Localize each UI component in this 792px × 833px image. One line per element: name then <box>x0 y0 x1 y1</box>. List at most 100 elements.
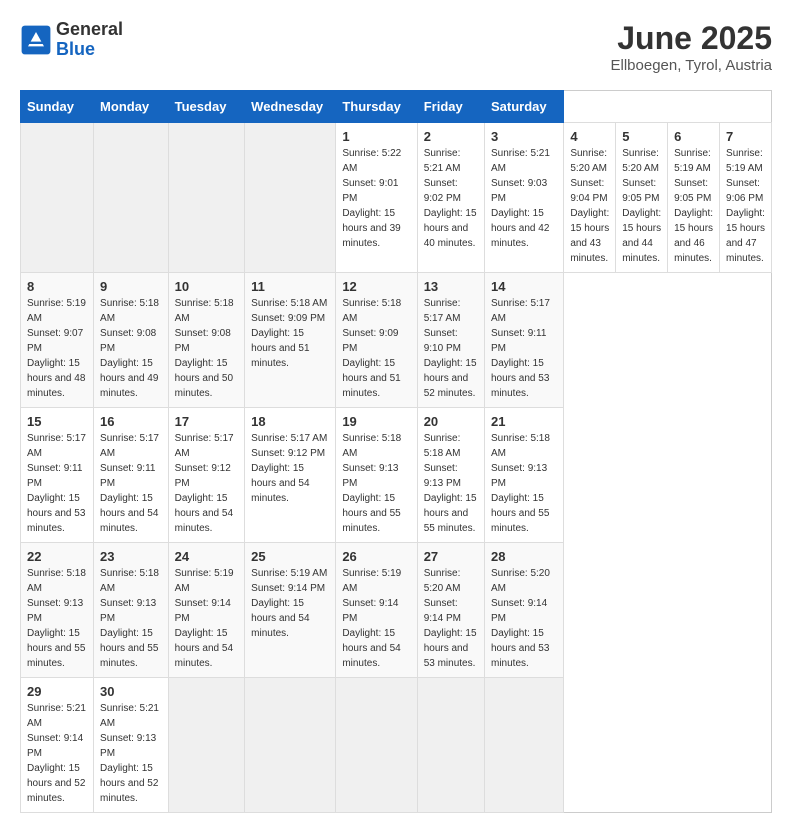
day-info: Sunrise: 5:19 AMSunset: 9:06 PMDaylight:… <box>726 148 765 264</box>
day-info: Sunrise: 5:18 AMSunset: 9:13 PMDaylight:… <box>100 568 159 669</box>
day-cell-28: 28 Sunrise: 5:20 AMSunset: 9:14 PMDaylig… <box>485 543 564 678</box>
logo: General Blue <box>20 20 123 60</box>
empty-cell <box>245 678 336 813</box>
day-info: Sunrise: 5:18 AMSunset: 9:09 PMDaylight:… <box>251 298 327 369</box>
day-cell-8: 8 Sunrise: 5:19 AMSunset: 9:07 PMDayligh… <box>21 273 94 408</box>
day-number: 6 <box>674 129 713 144</box>
day-cell-25: 25 Sunrise: 5:19 AMSunset: 9:14 PMDaylig… <box>245 543 336 678</box>
day-number: 15 <box>27 414 87 429</box>
weekday-header-wednesday: Wednesday <box>245 91 336 123</box>
day-info: Sunrise: 5:17 AMSunset: 9:10 PMDaylight:… <box>424 298 477 399</box>
day-number: 11 <box>251 279 329 294</box>
day-info: Sunrise: 5:18 AMSunset: 9:08 PMDaylight:… <box>100 298 159 399</box>
day-cell-4: 4 Sunrise: 5:20 AMSunset: 9:04 PMDayligh… <box>564 123 616 273</box>
weekday-header-sunday: Sunday <box>21 91 94 123</box>
day-number: 3 <box>491 129 557 144</box>
day-cell-3: 3 Sunrise: 5:21 AMSunset: 9:03 PMDayligh… <box>485 123 564 273</box>
empty-cell <box>485 678 564 813</box>
day-cell-17: 17 Sunrise: 5:17 AMSunset: 9:12 PMDaylig… <box>168 408 245 543</box>
day-cell-2: 2 Sunrise: 5:21 AMSunset: 9:02 PMDayligh… <box>417 123 484 273</box>
day-number: 21 <box>491 414 557 429</box>
calendar-week-2: 8 Sunrise: 5:19 AMSunset: 9:07 PMDayligh… <box>21 273 772 408</box>
day-info: Sunrise: 5:19 AMSunset: 9:07 PMDaylight:… <box>27 298 86 399</box>
calendar-table: SundayMondayTuesdayWednesdayThursdayFrid… <box>20 90 772 813</box>
day-number: 2 <box>424 129 478 144</box>
day-info: Sunrise: 5:21 AMSunset: 9:14 PMDaylight:… <box>27 703 86 804</box>
page-header: General Blue June 2025 Ellboegen, Tyrol,… <box>20 20 772 74</box>
calendar-week-4: 22 Sunrise: 5:18 AMSunset: 9:13 PMDaylig… <box>21 543 772 678</box>
day-number: 20 <box>424 414 478 429</box>
day-cell-10: 10 Sunrise: 5:18 AMSunset: 9:08 PMDaylig… <box>168 273 245 408</box>
weekday-header-row: SundayMondayTuesdayWednesdayThursdayFrid… <box>21 91 772 123</box>
day-number: 8 <box>27 279 87 294</box>
day-info: Sunrise: 5:19 AMSunset: 9:14 PMDaylight:… <box>175 568 234 669</box>
day-info: Sunrise: 5:17 AMSunset: 9:11 PMDaylight:… <box>491 298 550 399</box>
day-info: Sunrise: 5:17 AMSunset: 9:11 PMDaylight:… <box>27 433 86 534</box>
logo-blue-text: Blue <box>56 40 123 60</box>
day-cell-20: 20 Sunrise: 5:18 AMSunset: 9:13 PMDaylig… <box>417 408 484 543</box>
month-title: June 2025 <box>611 20 772 57</box>
day-number: 1 <box>342 129 410 144</box>
day-cell-1: 1 Sunrise: 5:22 AMSunset: 9:01 PMDayligh… <box>336 123 417 273</box>
day-cell-22: 22 Sunrise: 5:18 AMSunset: 9:13 PMDaylig… <box>21 543 94 678</box>
day-number: 28 <box>491 549 557 564</box>
day-info: Sunrise: 5:18 AMSunset: 9:08 PMDaylight:… <box>175 298 234 399</box>
calendar-week-5: 29 Sunrise: 5:21 AMSunset: 9:14 PMDaylig… <box>21 678 772 813</box>
day-info: Sunrise: 5:22 AMSunset: 9:01 PMDaylight:… <box>342 148 401 249</box>
day-number: 29 <box>27 684 87 699</box>
day-info: Sunrise: 5:18 AMSunset: 9:13 PMDaylight:… <box>342 433 401 534</box>
day-cell-27: 27 Sunrise: 5:20 AMSunset: 9:14 PMDaylig… <box>417 543 484 678</box>
day-info: Sunrise: 5:18 AMSunset: 9:13 PMDaylight:… <box>491 433 550 534</box>
day-info: Sunrise: 5:17 AMSunset: 9:12 PMDaylight:… <box>251 433 327 504</box>
day-cell-16: 16 Sunrise: 5:17 AMSunset: 9:11 PMDaylig… <box>94 408 169 543</box>
day-number: 24 <box>175 549 239 564</box>
day-number: 30 <box>100 684 162 699</box>
day-info: Sunrise: 5:19 AMSunset: 9:05 PMDaylight:… <box>674 148 713 264</box>
day-cell-18: 18 Sunrise: 5:17 AMSunset: 9:12 PMDaylig… <box>245 408 336 543</box>
day-number: 10 <box>175 279 239 294</box>
day-number: 16 <box>100 414 162 429</box>
weekday-header-tuesday: Tuesday <box>168 91 245 123</box>
day-info: Sunrise: 5:17 AMSunset: 9:12 PMDaylight:… <box>175 433 234 534</box>
weekday-header-friday: Friday <box>417 91 484 123</box>
day-cell-13: 13 Sunrise: 5:17 AMSunset: 9:10 PMDaylig… <box>417 273 484 408</box>
day-number: 17 <box>175 414 239 429</box>
day-info: Sunrise: 5:19 AMSunset: 9:14 PMDaylight:… <box>342 568 401 669</box>
day-number: 13 <box>424 279 478 294</box>
empty-cell <box>168 678 245 813</box>
day-cell-12: 12 Sunrise: 5:18 AMSunset: 9:09 PMDaylig… <box>336 273 417 408</box>
empty-cell <box>21 123 94 273</box>
day-number: 25 <box>251 549 329 564</box>
day-number: 23 <box>100 549 162 564</box>
day-number: 4 <box>570 129 609 144</box>
day-number: 27 <box>424 549 478 564</box>
day-number: 19 <box>342 414 410 429</box>
location: Ellboegen, Tyrol, Austria <box>611 57 772 74</box>
day-info: Sunrise: 5:20 AMSunset: 9:04 PMDaylight:… <box>570 148 609 264</box>
empty-cell <box>336 678 417 813</box>
day-cell-5: 5 Sunrise: 5:20 AMSunset: 9:05 PMDayligh… <box>616 123 668 273</box>
day-info: Sunrise: 5:21 AMSunset: 9:03 PMDaylight:… <box>491 148 550 249</box>
empty-cell <box>168 123 245 273</box>
day-number: 26 <box>342 549 410 564</box>
day-info: Sunrise: 5:19 AMSunset: 9:14 PMDaylight:… <box>251 568 327 639</box>
day-info: Sunrise: 5:18 AMSunset: 9:09 PMDaylight:… <box>342 298 401 399</box>
day-cell-7: 7 Sunrise: 5:19 AMSunset: 9:06 PMDayligh… <box>720 123 772 273</box>
logo-general-text: General <box>56 20 123 40</box>
day-cell-26: 26 Sunrise: 5:19 AMSunset: 9:14 PMDaylig… <box>336 543 417 678</box>
day-cell-24: 24 Sunrise: 5:19 AMSunset: 9:14 PMDaylig… <box>168 543 245 678</box>
day-cell-29: 29 Sunrise: 5:21 AMSunset: 9:14 PMDaylig… <box>21 678 94 813</box>
day-info: Sunrise: 5:18 AMSunset: 9:13 PMDaylight:… <box>27 568 86 669</box>
day-number: 22 <box>27 549 87 564</box>
day-cell-11: 11 Sunrise: 5:18 AMSunset: 9:09 PMDaylig… <box>245 273 336 408</box>
empty-cell <box>417 678 484 813</box>
day-info: Sunrise: 5:20 AMSunset: 9:05 PMDaylight:… <box>622 148 661 264</box>
day-info: Sunrise: 5:18 AMSunset: 9:13 PMDaylight:… <box>424 433 477 534</box>
weekday-header-monday: Monday <box>94 91 169 123</box>
title-area: June 2025 Ellboegen, Tyrol, Austria <box>611 20 772 74</box>
day-number: 5 <box>622 129 661 144</box>
calendar-header: SundayMondayTuesdayWednesdayThursdayFrid… <box>21 91 772 123</box>
logo-icon <box>20 24 52 56</box>
day-cell-15: 15 Sunrise: 5:17 AMSunset: 9:11 PMDaylig… <box>21 408 94 543</box>
calendar-week-1: 1 Sunrise: 5:22 AMSunset: 9:01 PMDayligh… <box>21 123 772 273</box>
